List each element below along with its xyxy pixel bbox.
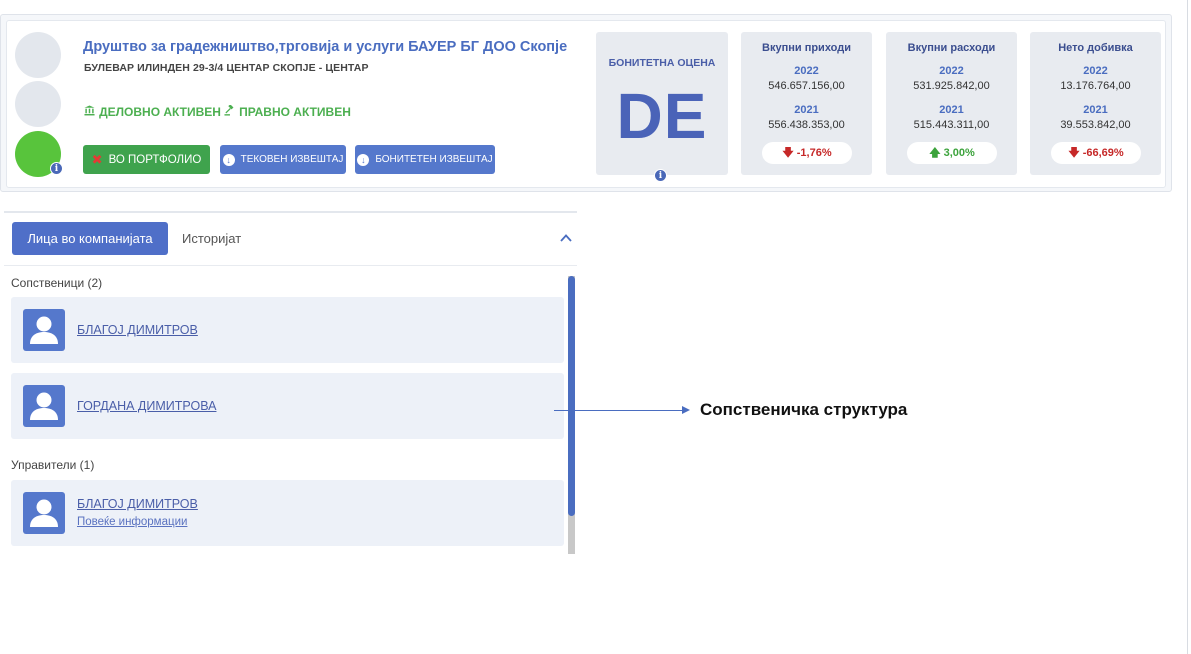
status-legal-active: ПРАВНО АКТИВЕН: [224, 104, 351, 119]
owner-card: ГОРДАНА ДИМИТРОВА: [11, 373, 564, 439]
owner-name-link[interactable]: ГОРДАНА ДИМИТРОВА: [77, 399, 216, 413]
download-circle-icon: ↓: [357, 153, 370, 166]
financial-year: 2021: [794, 104, 819, 116]
financial-title: Вкупни приходи: [762, 42, 851, 54]
financial-change-badge: 🡇 -66,69%: [1051, 142, 1141, 164]
financial-change-value: -1,76%: [796, 147, 832, 159]
financial-year: 2022: [939, 65, 964, 77]
window-edge: [1187, 0, 1188, 654]
rating-report-button-label: БОНИТЕТЕН ИЗВЕШТАЈ: [375, 154, 493, 165]
panel-divider: [4, 211, 577, 213]
current-report-button[interactable]: ↓ ТЕКОВЕН ИЗВЕШТАЈ: [220, 145, 346, 174]
close-icon: ✖: [91, 151, 103, 167]
financial-change-badge: 🡅 3,00%: [907, 142, 997, 164]
bank-icon: [84, 105, 98, 119]
status-business-label: ДЕЛОВНО АКТИВЕН: [99, 105, 221, 119]
financial-value: 556.438.353,00: [768, 119, 845, 131]
financial-value: 39.553.842,00: [1060, 119, 1131, 131]
financial-change-value: -66,69%: [1082, 147, 1124, 159]
indicator-circle-1: [15, 32, 61, 78]
info-icon[interactable]: i: [50, 162, 63, 175]
financial-value: 531.925.842,00: [913, 80, 990, 92]
tab-history[interactable]: Историјат: [182, 231, 241, 246]
gavel-icon: [224, 104, 238, 119]
owner-card: БЛАГОЈ ДИМИТРОВ: [11, 297, 564, 363]
scrollbar-thumb[interactable]: [568, 276, 575, 516]
arrow-up-icon: 🡅: [929, 147, 941, 159]
financial-year: 2021: [939, 104, 964, 116]
info-icon[interactable]: i: [654, 169, 667, 182]
financial-value: 546.657.156,00: [768, 80, 845, 92]
annotation-arrow-line: [554, 410, 684, 411]
managers-section-label: Управители (1): [11, 458, 95, 472]
person-icon: [23, 309, 65, 351]
manager-name-link[interactable]: БЛАГОЈ ДИМИТРОВ: [77, 497, 198, 511]
financial-change-badge: 🡇 -1,76%: [762, 142, 852, 164]
financial-box-expenses: Вкупни расходи 2022 531.925.842,00 2021 …: [886, 32, 1017, 175]
company-header-panel: i Друштво за градежништво,трговија и усл…: [0, 14, 1172, 192]
company-address: БУЛЕВАР ИЛИНДЕН 29-3/4 ЦЕНТАР СКОПЈЕ - Ц…: [84, 62, 369, 74]
indicator-circle-2: [15, 81, 61, 127]
person-icon: [23, 492, 65, 534]
arrow-down-icon: 🡇: [1068, 147, 1080, 159]
financial-year: 2022: [1083, 65, 1108, 77]
status-business-active: ДЕЛОВНО АКТИВЕН: [84, 105, 221, 119]
current-report-button-label: ТЕКОВЕН ИЗВЕШТАЈ: [240, 154, 344, 165]
download-circle-icon: ↓: [222, 153, 235, 166]
financial-value: 13.176.764,00: [1060, 80, 1131, 92]
rating-indicator-circle: i: [15, 131, 63, 177]
person-icon: [23, 385, 65, 427]
credit-rating-value: DE: [616, 80, 708, 152]
financial-title: Вкупни расходи: [907, 42, 996, 54]
more-info-link[interactable]: Повеќе информации: [77, 516, 187, 528]
tab-people[interactable]: Лица во компанијата: [12, 222, 168, 255]
company-name: Друштво за градежништво,трговија и услуг…: [83, 39, 568, 55]
annotation-label: Сопственичка структура: [700, 400, 908, 419]
arrow-down-icon: 🡇: [782, 147, 794, 159]
rating-report-button[interactable]: ↓ БОНИТЕТЕН ИЗВЕШТАЈ: [355, 145, 495, 174]
manager-card: БЛАГОЈ ДИМИТРОВ Повеќе информации: [11, 480, 564, 546]
company-header-card: i Друштво за градежништво,трговија и усл…: [6, 20, 1166, 188]
financial-box-revenue: Вкупни приходи 2022 546.657.156,00 2021 …: [741, 32, 872, 175]
financial-year: 2021: [1083, 104, 1108, 116]
financial-box-net-profit: Нето добивка 2022 13.176.764,00 2021 39.…: [1030, 32, 1161, 175]
credit-rating-label: БОНИТЕТНА ОЦЕНА: [608, 57, 716, 69]
owners-section-label: Сопственици (2): [11, 276, 103, 290]
owner-name-link[interactable]: БЛАГОЈ ДИМИТРОВ: [77, 323, 198, 337]
financial-year: 2022: [794, 65, 819, 77]
annotation-arrowhead: [682, 406, 690, 414]
portfolio-button[interactable]: ✖ ВО ПОРТФОЛИО: [83, 145, 210, 174]
panel-divider: [4, 265, 577, 266]
financial-title: Нето добивка: [1058, 42, 1133, 54]
financial-value: 515.443.311,00: [913, 119, 990, 131]
status-legal-label: ПРАВНО АКТИВЕН: [239, 105, 351, 119]
financial-change-value: 3,00%: [943, 147, 975, 159]
chevron-up-icon[interactable]: [558, 230, 574, 246]
portfolio-button-label: ВО ПОРТФОЛИО: [108, 153, 202, 166]
credit-rating-box: БОНИТЕТНА ОЦЕНА DE i: [596, 32, 728, 182]
